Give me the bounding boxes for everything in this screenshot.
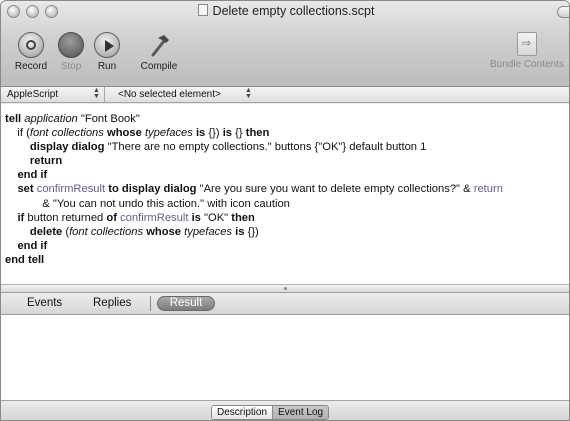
result-pane[interactable] [1, 315, 569, 400]
script-editor-window: Delete empty collections.scpt Record Sto… [0, 0, 570, 421]
script-line: if button returned of confirmResult is "… [17, 211, 255, 224]
script-line: if (font collections whose typefaces is … [5, 127, 270, 140]
bottom-bar: Description Event Log [1, 400, 569, 420]
script-editor-text[interactable]: tell application "Font Book" if (font co… [1, 104, 569, 284]
result-tabs-bar: Events Replies Result [1, 293, 569, 315]
script-line: return [29, 155, 63, 168]
run-label: Run [97, 61, 117, 72]
script-line: delete (font collections whose typefaces… [29, 225, 259, 238]
script-line: set confirmResult to display dialog "Are… [17, 183, 503, 196]
bundle-contents-button[interactable]: Bundle Contents [487, 32, 567, 70]
bundle-contents-label: Bundle Contents [490, 59, 564, 70]
hammer-icon [146, 32, 172, 58]
record-label: Record [14, 61, 48, 72]
element-popup-arrows-icon: ▲ ▼ [245, 87, 252, 100]
tab-result[interactable]: Result [157, 296, 215, 311]
tab-replies[interactable]: Replies [93, 297, 131, 309]
description-button[interactable]: Description [212, 406, 273, 419]
log-view-segmented-control: Description Event Log [211, 405, 330, 420]
window-title: Delete empty collections.scpt [1, 4, 569, 18]
tab-events[interactable]: Events [27, 297, 62, 309]
compile-label: Compile [140, 61, 178, 72]
language-popup-arrows-icon: ▲ ▼ [93, 87, 100, 100]
record-icon [18, 32, 44, 58]
language-popup[interactable]: AppleScript [7, 88, 58, 102]
record-button[interactable]: Record [9, 32, 53, 72]
navigation-bar: AppleScript ▲ ▼ <No selected element> ▲ ▼ [1, 87, 569, 103]
element-popup[interactable]: <No selected element> [118, 88, 221, 102]
play-icon [94, 32, 120, 58]
stop-icon [58, 32, 84, 58]
script-line: display dialog "There are no empty colle… [29, 141, 427, 154]
script-line: tell application "Font Book" [5, 113, 140, 125]
script-document-icon [197, 4, 208, 16]
window-title-text: Delete empty collections.scpt [212, 4, 375, 18]
titlebar: Delete empty collections.scpt Record Sto… [1, 1, 569, 87]
pane-splitter[interactable] [1, 284, 569, 293]
script-line: end tell [5, 253, 45, 266]
compile-button[interactable]: Compile [134, 32, 184, 72]
toolbar-toggle-button[interactable] [557, 6, 569, 18]
event-log-button[interactable]: Event Log [272, 406, 329, 419]
stop-label: Stop [60, 61, 82, 72]
script-line: & "You can not undo this action." with i… [5, 197, 290, 210]
run-button[interactable]: Run [85, 32, 129, 72]
splitter-handle-icon [284, 287, 287, 290]
script-line: end if [17, 239, 48, 252]
script-line: end if [17, 169, 48, 182]
bundle-contents-icon [517, 32, 537, 56]
